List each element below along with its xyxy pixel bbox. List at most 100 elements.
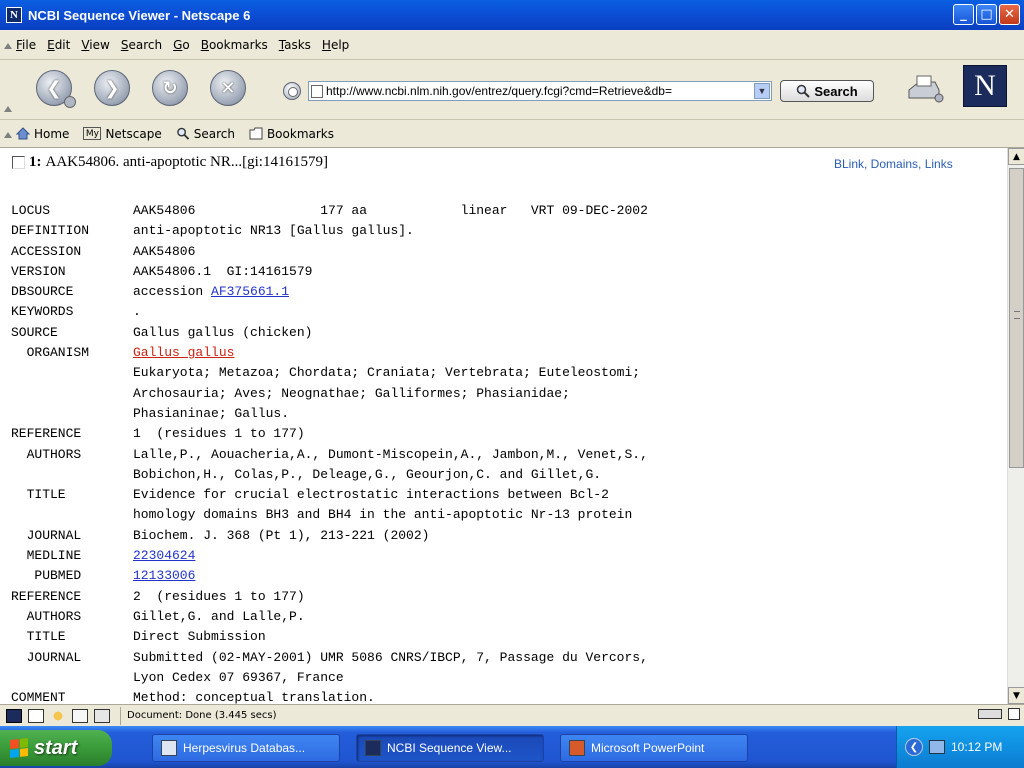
- search-icon: [176, 127, 189, 140]
- record-field-key: ORGANISM: [11, 345, 90, 361]
- address-book-icon[interactable]: [94, 708, 110, 723]
- vertical-scrollbar[interactable]: ▲ ▼: [1007, 148, 1024, 704]
- taskbar-item-herpesvirus[interactable]: Herpesvirus Databas...: [152, 734, 340, 762]
- window-title-bar[interactable]: N NCBI Sequence Viewer - Netscape 6 _ □ …: [0, 0, 1024, 30]
- navigator-icon[interactable]: [6, 708, 22, 723]
- record-line: LOCUS AAK54806 177 aa linear VRT 09-DEC-2…: [11, 201, 648, 221]
- status-bar: Document: Done (3.445 secs): [0, 704, 1024, 726]
- url-dropdown-icon[interactable]: ▼: [754, 83, 770, 99]
- go-button[interactable]: [283, 82, 301, 100]
- back-history-dropdown[interactable]: [64, 96, 76, 108]
- windows-taskbar: start Herpesvirus Databas... NCBI Sequen…: [0, 726, 1024, 768]
- composer-icon[interactable]: [72, 708, 88, 723]
- navigation-toolbar: ❮ ❯ ↻ ✕ http://www.ncbi.nlm.nih.gov/entr…: [0, 60, 1024, 120]
- record-field-key: [11, 668, 133, 688]
- taskbar-item-ncbi[interactable]: NCBI Sequence View...: [356, 734, 544, 762]
- search-label: Search: [193, 126, 235, 141]
- menu-bookmarks[interactable]: Bookmarks: [201, 38, 268, 52]
- record-checkbox[interactable]: [12, 156, 25, 169]
- search-button[interactable]: Search: [780, 80, 874, 102]
- task-label: Herpesvirus Databas...: [183, 741, 306, 755]
- reload-button[interactable]: ↻: [152, 70, 188, 106]
- instant-messenger-icon[interactable]: [50, 708, 66, 723]
- record-field-value: AAK54806 177 aa linear VRT 09-DEC-2002: [133, 203, 648, 218]
- scroll-thumb[interactable]: [1009, 168, 1024, 468]
- record-field-key: PUBMED: [11, 568, 82, 584]
- record-field-key: [11, 404, 133, 424]
- record-line: ACCESSION AAK54806: [11, 242, 648, 262]
- personal-toolbar: Home My Netscape Search Bookmarks: [0, 120, 1024, 148]
- netscape-label: Netscape: [105, 126, 162, 141]
- menu-view[interactable]: View: [81, 38, 109, 52]
- record-field-value: Bobichon,H., Colas,P., Deleage,G., Geour…: [133, 466, 602, 482]
- print-icon[interactable]: [905, 74, 945, 104]
- search-link[interactable]: Search: [176, 127, 235, 141]
- record-field-key: DBSOURCE: [11, 284, 74, 300]
- menu-file[interactable]: File: [16, 38, 36, 52]
- network-icon[interactable]: [929, 740, 945, 754]
- record-field-key: COMMENT: [11, 690, 66, 704]
- record-field-key: VERSION: [11, 263, 66, 279]
- record-line: REFERENCE 1 (residues 1 to 177): [11, 424, 648, 444]
- bookmarks-link[interactable]: Bookmarks: [249, 127, 334, 141]
- close-button[interactable]: ✕: [999, 4, 1020, 25]
- record-field-value: AAK54806: [133, 243, 196, 259]
- taskbar-item-powerpoint[interactable]: Microsoft PowerPoint: [560, 734, 748, 762]
- record-field-value: Biochem. J. 368 (Pt 1), 213-221 (2002): [133, 527, 430, 543]
- page-icon: [311, 84, 323, 98]
- scroll-down-icon[interactable]: ▼: [1008, 687, 1024, 704]
- record-line: ORGANISM Gallus gallus: [11, 343, 648, 363]
- home-link[interactable]: Home: [16, 127, 69, 141]
- record-header: 1: AAK54806. anti-apoptotic NR...[gi:141…: [12, 154, 328, 171]
- record-field-key: ACCESSION: [11, 243, 82, 259]
- record-field-value: AAK54806.1 GI:14161579: [133, 263, 313, 279]
- record-link[interactable]: 12133006: [133, 566, 195, 586]
- record-field-key: [11, 465, 133, 485]
- menu-go[interactable]: Go: [173, 38, 190, 52]
- browser-window-icon: [161, 740, 177, 756]
- toolbar-grip-icon[interactable]: [4, 130, 12, 138]
- menu-help[interactable]: Help: [322, 38, 349, 52]
- show-hidden-icons-icon[interactable]: ❮: [905, 738, 923, 756]
- mail-icon[interactable]: [28, 708, 44, 723]
- record-line: DBSOURCE accession AF375661.1: [11, 282, 648, 302]
- maximize-button[interactable]: □: [976, 4, 997, 25]
- status-text: Document: Done (3.445 secs): [120, 706, 730, 725]
- menu-search[interactable]: Search: [121, 38, 162, 52]
- record-field-value: accession: [133, 284, 212, 300]
- back-arrow-icon: ❮: [46, 77, 62, 99]
- magnifier-icon: [797, 84, 811, 98]
- toolbar-grip-icon[interactable]: [4, 104, 12, 112]
- stop-button[interactable]: ✕: [210, 70, 246, 106]
- organism-link[interactable]: Gallus gallus: [133, 343, 234, 363]
- record-link[interactable]: 22304624: [133, 546, 195, 566]
- menu-edit[interactable]: Edit: [47, 38, 70, 52]
- start-button[interactable]: start: [0, 730, 112, 766]
- record-field-value: 1 (residues 1 to 177): [133, 426, 305, 442]
- reload-icon: ↻: [162, 77, 178, 99]
- url-text[interactable]: http://www.ncbi.nlm.nih.gov/entrez/query…: [326, 84, 754, 98]
- record-line: Lyon Cedex 07 69367, France: [11, 668, 648, 688]
- record-field-key: REFERENCE: [11, 426, 82, 442]
- my-netscape-link[interactable]: My Netscape: [83, 126, 162, 141]
- record-field-key: JOURNAL: [11, 527, 82, 543]
- task-label: Microsoft PowerPoint: [591, 741, 705, 755]
- clock[interactable]: 10:12 PM: [951, 740, 1002, 754]
- toolbar-grip-icon[interactable]: [4, 41, 12, 49]
- record-link[interactable]: AF375661.1: [211, 282, 289, 302]
- menu-tasks[interactable]: Tasks: [279, 38, 311, 52]
- record-line: DEFINITION anti-apoptotic NR13 [Gallus ga…: [11, 221, 648, 241]
- forward-button[interactable]: ❯: [94, 70, 130, 106]
- record-line: TITLE Evidence for crucial electrostatic …: [11, 485, 648, 505]
- netscape-logo[interactable]: N: [963, 65, 1007, 107]
- home-label: Home: [34, 126, 70, 141]
- record-line: MEDLINE 22304624: [11, 546, 648, 566]
- url-field[interactable]: http://www.ncbi.nlm.nih.gov/entrez/query…: [308, 81, 772, 101]
- security-lock-icon[interactable]: [1008, 708, 1020, 720]
- genbank-record: LOCUS AAK54806 177 aa linear VRT 09-DEC-2…: [11, 201, 648, 704]
- record-field-key: LOCUS: [11, 203, 51, 218]
- task-label: NCBI Sequence View...: [387, 741, 512, 755]
- scroll-up-icon[interactable]: ▲: [1008, 148, 1024, 165]
- minimize-button[interactable]: _: [953, 4, 974, 25]
- blink-domains-links[interactable]: BLink, Domains, Links: [834, 157, 953, 171]
